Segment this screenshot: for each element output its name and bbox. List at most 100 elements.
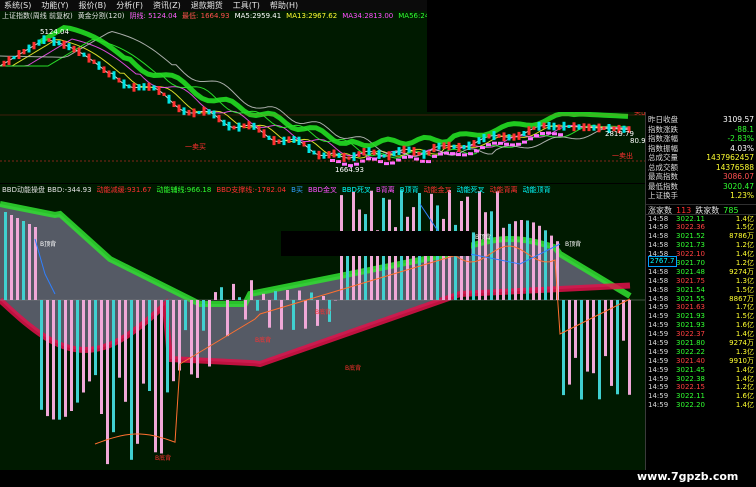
- menu-item-4[interactable]: 资讯(Z): [149, 0, 187, 11]
- tick-volume: 1.6亿: [735, 392, 754, 401]
- candlestick: [362, 148, 366, 156]
- divergence-label: B底背: [315, 308, 331, 316]
- watermark: www.7gpzb.com: [637, 470, 739, 483]
- histogram-bar: [256, 300, 259, 311]
- candlestick: [77, 47, 81, 56]
- tick-row[interactable]: 14:59 3021.93 1.6亿: [646, 321, 756, 330]
- advance-decline-item: 涨家数: [648, 205, 672, 215]
- staircase-step: [474, 149, 479, 153]
- histogram-bar: [622, 300, 625, 341]
- tick-time: 14:58: [648, 241, 669, 250]
- candlestick: [382, 154, 386, 158]
- menu-item-5[interactable]: 退款期货: [187, 0, 229, 11]
- tick-list[interactable]: 14:58 3022.11 1.4亿 14:58 3022.36 1.5亿 14:58 302…: [646, 215, 756, 411]
- tick-row[interactable]: 14:58 3022.36 1.5亿: [646, 223, 756, 232]
- right-price-label: 80.9: [630, 137, 645, 145]
- histogram-bar: [406, 216, 409, 300]
- candlestick: [432, 143, 436, 153]
- tick-price: 3022.15: [676, 383, 705, 392]
- candlestick: [522, 131, 526, 137]
- candlestick: [392, 151, 396, 157]
- candlestick: [527, 126, 531, 136]
- candlestick: [222, 119, 226, 126]
- legend-item: 动能死叉: [456, 186, 485, 194]
- menu-item-2[interactable]: 报价(B): [74, 0, 112, 11]
- stat-label: 最高指数: [648, 172, 678, 181]
- histogram-bar: [250, 280, 253, 300]
- tick-price: 3021.55: [676, 294, 705, 303]
- candlestick: [562, 121, 566, 131]
- tick-row[interactable]: 14:59 3021.93 1.5亿: [646, 312, 756, 321]
- candlestick: [547, 122, 551, 130]
- candlestick: [162, 92, 166, 96]
- staircase-step: [492, 141, 497, 145]
- candlestick: [172, 101, 176, 107]
- tick-row[interactable]: 14:59 3021.45 1.4亿: [646, 366, 756, 375]
- staircase-step: [336, 160, 341, 164]
- tick-time: 14:59: [648, 338, 669, 347]
- histogram-bar: [154, 300, 157, 453]
- staircase-step: [522, 140, 527, 144]
- menu-item-6[interactable]: 工具(T): [229, 0, 266, 11]
- menu-item-1[interactable]: 功能(Y): [37, 0, 74, 11]
- menu-item-7[interactable]: 帮助(H): [266, 0, 304, 11]
- tick-price: 3021.54: [676, 285, 705, 294]
- legend-item: B买: [291, 186, 303, 194]
- histogram-bar: [40, 300, 43, 410]
- tick-row[interactable]: 14:58 3021.52 8786万: [646, 232, 756, 241]
- current-value-tag: 2767.7: [648, 256, 677, 267]
- candlestick: [557, 124, 561, 131]
- tick-row[interactable]: 14:58 3021.75 1.3亿: [646, 277, 756, 286]
- advance-decline-item: 785: [723, 205, 739, 215]
- stat-value: 1.23%: [730, 191, 754, 200]
- tick-row[interactable]: 14:59 3022.20 1.4亿: [646, 401, 756, 410]
- quote-info-panel: 昨日收盘 3109.57 指数涨跌 -88.1 指数涨幅 -2.83% 指数振幅 4.03% 总…: [645, 112, 756, 470]
- tick-row[interactable]: 14:59 3022.11 1.6亿: [646, 392, 756, 401]
- tick-time: 14:59: [648, 303, 669, 312]
- histogram-bar: [532, 222, 535, 300]
- histogram-bar: [184, 300, 187, 331]
- index-stats: 昨日收盘 3109.57 指数涨跌 -88.1 指数涨幅 -2.83% 指数振幅 4.03% 总…: [646, 115, 756, 201]
- candlestick: [287, 136, 291, 143]
- tick-row[interactable]: 14:58 3021.73 1.2亿: [646, 241, 756, 250]
- legend-item: BBD金叉: [307, 186, 337, 194]
- tick-row[interactable]: 14:59 3021.63 1.7亿: [646, 303, 756, 312]
- tick-volume: 9910万: [729, 356, 754, 365]
- staircase-step: [486, 143, 491, 147]
- staircase-step: [480, 146, 485, 150]
- stat-label: 最低指数: [648, 181, 678, 191]
- candlestick: [332, 149, 336, 158]
- tick-volume: 1.5亿: [735, 312, 754, 321]
- tick-row[interactable]: 14:59 3021.40 9910万: [646, 357, 756, 366]
- tick-row[interactable]: 14:59 3022.15 1.2亿: [646, 383, 756, 392]
- legend-item: 阴线: 5124.04: [129, 12, 178, 20]
- tick-row[interactable]: 14:58 3021.48 9274万: [646, 268, 756, 277]
- tick-volume: 1.3亿: [735, 276, 754, 285]
- candlestick: [52, 36, 56, 46]
- tick-row[interactable]: 14:59 3022.22 1.3亿: [646, 348, 756, 357]
- staircase-step: [366, 157, 371, 161]
- tick-volume: 1.7亿: [735, 303, 754, 312]
- candlestick: [62, 40, 66, 49]
- tick-row[interactable]: 14:58 3021.54 1.5亿: [646, 286, 756, 295]
- histogram-bar: [268, 300, 271, 328]
- staircase-step: [384, 162, 389, 166]
- bbd-indicator-panel[interactable]: BBD动能操盘 BBD:-344.93 动能减缓:931.67 动能辅线:966.1…: [0, 184, 645, 470]
- tick-row[interactable]: 14:59 3022.37 1.4亿: [646, 330, 756, 339]
- tick-price: 3022.36: [676, 223, 705, 232]
- divergence-label: B底背: [155, 454, 171, 462]
- candlestick: [467, 141, 471, 150]
- histogram-bar: [544, 230, 547, 300]
- candlestick: [112, 71, 116, 80]
- tick-row[interactable]: 14:59 3021.80 9274万: [646, 339, 756, 348]
- candlestick: [32, 41, 36, 50]
- histogram-bar: [232, 283, 235, 300]
- menu-item-0[interactable]: 系统(S): [0, 0, 37, 11]
- tick-time: 14:58: [648, 285, 669, 294]
- candlestick: [447, 141, 451, 151]
- tick-volume: 9274万: [729, 267, 754, 276]
- menu-item-3[interactable]: 分析(F): [112, 0, 149, 11]
- candlestick: [102, 66, 106, 73]
- tick-volume: 1.2亿: [735, 383, 754, 392]
- advance-decline-item: 113: [676, 205, 692, 215]
